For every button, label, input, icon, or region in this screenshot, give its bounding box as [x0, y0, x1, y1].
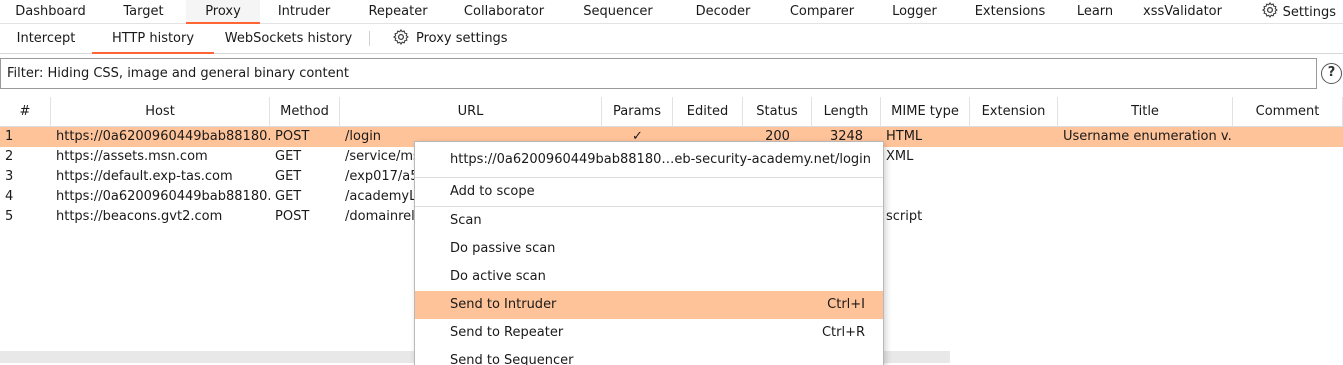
cell-mime-type: XML: [886, 149, 914, 164]
cell-host: https://0a6200960449bab88180...: [56, 129, 270, 144]
filter-bar[interactable]: Filter: Hiding CSS, image and general bi…: [0, 58, 1317, 89]
menu-item-add-to-scope[interactable]: Add to scope: [415, 178, 883, 206]
tab-xssvalidator[interactable]: xssValidator: [1125, 0, 1240, 24]
menu-item-send-to-sequencer[interactable]: Send to Sequencer: [415, 347, 883, 365]
cell-host: https://beacons.gvt2.com: [56, 209, 223, 224]
settings-label: Settings: [1282, 4, 1336, 20]
cell-number: 3: [5, 169, 14, 184]
column-header-params[interactable]: Params: [602, 97, 673, 127]
menu-item-label: Do active scan: [450, 269, 546, 284]
tab-proxy[interactable]: Proxy: [186, 0, 260, 24]
cell-title: [1058, 147, 1233, 167]
menu-item-label: Send to Sequencer: [450, 353, 574, 365]
cell-extension: [970, 187, 1058, 207]
cell-number: 4: [5, 189, 14, 204]
menu-item-label: Send to Intruder: [450, 297, 557, 312]
cell-comment: [1233, 167, 1343, 187]
cell-mime-type: [881, 187, 970, 207]
cell-number: 2: [5, 149, 14, 164]
proxy-settings-button[interactable]: Proxy settings: [380, 24, 508, 53]
tab-intercept[interactable]: Intercept: [0, 24, 92, 54]
tab-learn[interactable]: Learn: [1065, 0, 1125, 24]
column-header-number[interactable]: #: [0, 97, 51, 127]
column-header-comment[interactable]: Comment: [1233, 97, 1343, 127]
cell-method: GET: [275, 189, 302, 204]
column-header-status[interactable]: Status: [743, 97, 812, 127]
table-header: # Host Method URL Params Edited Status L…: [0, 97, 1343, 127]
column-header-method[interactable]: Method: [270, 97, 340, 127]
cell-host: https://0a6200960449bab88180...: [56, 189, 270, 204]
column-header-edited[interactable]: Edited: [673, 97, 743, 127]
tab-extensions[interactable]: Extensions: [955, 0, 1065, 24]
cell-title: Username enumeration v...: [1063, 129, 1233, 144]
cell-extension: [970, 147, 1058, 167]
cell-mime-type: script: [886, 209, 923, 224]
column-header-length[interactable]: Length: [812, 97, 881, 127]
cell-extension: [970, 167, 1058, 187]
gear-icon: [392, 28, 410, 50]
column-header-title[interactable]: Title: [1058, 97, 1233, 127]
cell-comment: [1233, 147, 1343, 167]
cell-number: 1: [5, 129, 14, 144]
cell-comment: [1233, 127, 1343, 147]
column-header-url[interactable]: URL: [340, 97, 602, 127]
menu-item-send-to-intruder[interactable]: Send to Intruder Ctrl+I: [415, 291, 883, 319]
cell-method: POST: [275, 209, 310, 224]
cell-extension: [970, 127, 1058, 147]
cell-title: [1058, 207, 1233, 227]
top-tab-bar: Dashboard Target Proxy Intruder Repeater…: [0, 0, 1343, 24]
context-menu-url: https://0a6200960449bab88180…eb-security…: [450, 152, 872, 167]
tab-target[interactable]: Target: [101, 0, 186, 24]
menu-item-send-to-repeater[interactable]: Send to Repeater Ctrl+R: [415, 319, 883, 347]
cell-title: [1058, 187, 1233, 207]
column-header-host[interactable]: Host: [51, 97, 270, 127]
context-menu: https://0a6200960449bab88180…eb-security…: [414, 141, 884, 365]
menu-item-scan[interactable]: Scan: [415, 207, 883, 235]
proxy-settings-label: Proxy settings: [416, 31, 508, 46]
tab-decoder[interactable]: Decoder: [676, 0, 770, 24]
cell-comment: [1233, 207, 1343, 227]
gear-icon: [1261, 1, 1279, 23]
tab-collaborator[interactable]: Collaborator: [448, 0, 560, 24]
tab-repeater[interactable]: Repeater: [348, 0, 448, 24]
menu-item-do-active-scan[interactable]: Do active scan: [415, 263, 883, 291]
cell-mime-type: [881, 167, 970, 187]
cell-number: 5: [5, 209, 14, 224]
cell-host: https://assets.msn.com: [56, 149, 208, 164]
cell-title: [1058, 167, 1233, 187]
menu-item-shortcut: Ctrl+I: [827, 297, 865, 312]
help-icon[interactable]: ?: [1321, 63, 1342, 84]
menu-item-shortcut: Ctrl+R: [821, 325, 865, 340]
menu-item-label: Send to Repeater: [450, 325, 564, 340]
cell-method: GET: [275, 149, 302, 164]
cell-extension: [970, 207, 1058, 227]
menu-item-do-passive-scan[interactable]: Do passive scan: [415, 235, 883, 263]
menu-item-label: Do passive scan: [450, 241, 556, 256]
tab-logger[interactable]: Logger: [874, 0, 955, 24]
tab-divider: [369, 31, 370, 46]
settings-tab[interactable]: Settings: [1261, 0, 1336, 24]
tab-comparer[interactable]: Comparer: [770, 0, 874, 24]
cell-mime-type: HTML: [886, 129, 923, 144]
tab-sequencer[interactable]: Sequencer: [560, 0, 676, 24]
cell-comment: [1233, 187, 1343, 207]
tab-dashboard[interactable]: Dashboard: [0, 0, 101, 24]
column-header-extension[interactable]: Extension: [970, 97, 1058, 127]
column-header-mime-type[interactable]: MIME type: [881, 97, 970, 127]
cell-method: POST: [275, 129, 310, 144]
menu-item-label: Add to scope: [450, 184, 535, 199]
menu-item-label: Scan: [450, 213, 482, 228]
tab-websockets-history[interactable]: WebSockets history: [214, 24, 363, 54]
cell-method: GET: [275, 169, 302, 184]
proxy-sub-tab-bar: Intercept HTTP history WebSockets histor…: [0, 24, 1343, 54]
tab-http-history[interactable]: HTTP history: [92, 24, 214, 54]
tab-intruder[interactable]: Intruder: [260, 0, 348, 24]
cell-host: https://default.exp-tas.com: [56, 169, 233, 184]
